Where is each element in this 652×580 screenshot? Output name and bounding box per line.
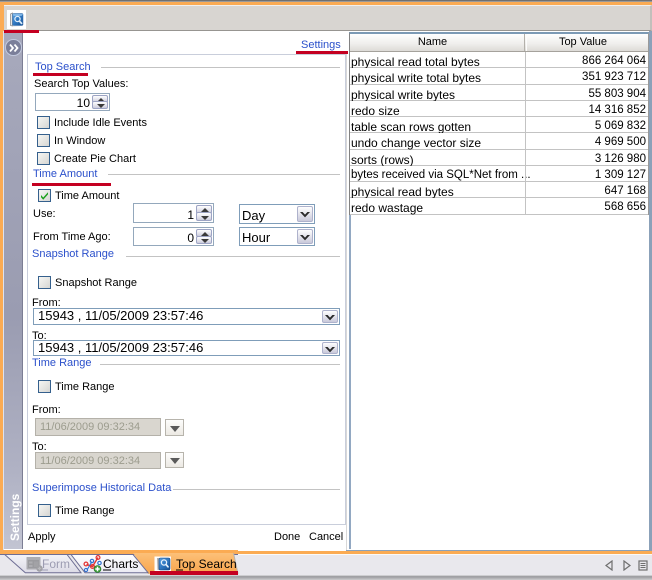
- svg-text:Charts: Charts: [103, 557, 138, 571]
- svg-text:Form: Form: [42, 557, 70, 571]
- svg-text:Top Search: Top Search: [176, 557, 237, 571]
